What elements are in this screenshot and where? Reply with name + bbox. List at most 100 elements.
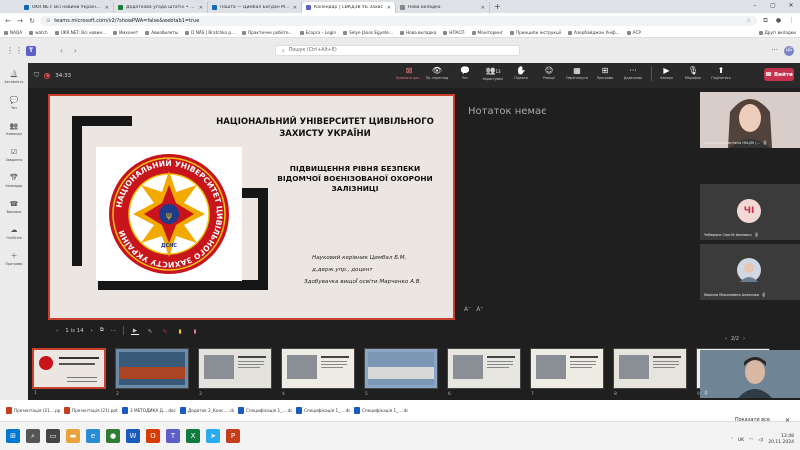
toolbar-view-button[interactable]: ▦ Переглянути: [563, 66, 591, 81]
avatar[interactable]: ЦБ: [784, 46, 794, 56]
word-icon[interactable]: W: [126, 429, 140, 443]
other-bookmarks[interactable]: Другі вкладки: [758, 30, 796, 35]
close-icon[interactable]: ✕: [782, 0, 800, 12]
toolbar-share-button[interactable]: ⬆ Поділитися: [707, 66, 735, 81]
bookmark-item[interactable]: Авиабилеты: [145, 30, 178, 35]
rail-item-4[interactable]: ☑ Завдання: [0, 143, 28, 167]
new-tab-button[interactable]: +: [490, 2, 505, 13]
download-item[interactable]: Презентація (21....pptx˅: [6, 407, 60, 414]
bookmark-item[interactable]: Практичне роботе...: [242, 30, 293, 35]
download-item[interactable]: Специфікація 1_....docx˅: [354, 407, 408, 414]
rail-item-2[interactable]: 💬 Чат: [0, 91, 28, 115]
forward-nav-icon[interactable]: ›: [74, 47, 84, 55]
volume-icon[interactable]: ◁): [758, 438, 763, 443]
language-indicator[interactable]: UK: [738, 438, 744, 443]
close-downloads-icon[interactable]: ✕: [785, 417, 790, 424]
toolbar-eye-button[interactable]: 👁 Пр. перегляд: [423, 66, 451, 81]
excel-icon[interactable]: X: [186, 429, 200, 443]
eraser-icon[interactable]: ▮: [191, 326, 199, 335]
bookmark-item[interactable]: Нова вкладка: [399, 30, 436, 35]
bookmark-item[interactable]: Принципи інструкції: [509, 30, 561, 35]
pen-tool-icon[interactable]: ✎: [146, 326, 154, 335]
rail-item-3[interactable]: 👥 Команди: [0, 117, 28, 141]
tab-close-icon[interactable]: ✕: [481, 5, 485, 11]
toolbar-hand-button[interactable]: ✋ Підняти: [507, 66, 535, 81]
bookmark-item[interactable]: Selye János Egyete...: [343, 30, 393, 35]
toolbar-stop-share-button[interactable]: ⊠ Зупинити дос...: [395, 66, 423, 81]
slide-thumbnail[interactable]: 1: [32, 348, 106, 396]
slides-grid-icon[interactable]: ⧉: [100, 327, 104, 334]
slide-thumbnail[interactable]: 3: [198, 348, 272, 397]
browser-tab[interactable]: UKR.NET: Всі новини України, о ✕: [20, 2, 114, 13]
clock[interactable]: 13:48 20.11.2024: [768, 434, 794, 446]
teams-search-input[interactable]: ⌕ Пошук (Ctrl+Alt+E): [275, 45, 520, 56]
leave-button[interactable]: ☎ Вийти: [764, 68, 794, 81]
font-increase-button[interactable]: A⁺: [476, 306, 483, 313]
rail-item-7[interactable]: ☁ OneDrive: [0, 221, 28, 245]
pointer-tool-icon[interactable]: ▶: [131, 326, 140, 335]
slide-thumbnail[interactable]: 6: [447, 348, 521, 397]
slide-thumbnail[interactable]: 8: [613, 348, 687, 397]
slide-thumbnail[interactable]: 5: [364, 348, 438, 397]
tab-close-icon[interactable]: ✕: [105, 5, 109, 11]
next-slide-icon[interactable]: ›: [91, 328, 93, 334]
tab-close-icon[interactable]: ✕: [387, 5, 391, 11]
slide-thumbnail[interactable]: 2: [115, 348, 189, 397]
tray-chevron-icon[interactable]: ˄: [731, 438, 733, 443]
download-item[interactable]: Специфікація 1_....docx˅: [238, 407, 292, 414]
edge-icon[interactable]: e: [86, 429, 100, 443]
rail-item-8[interactable]: ＋ Програми: [0, 247, 28, 271]
download-item[interactable]: Презентація (21).pptx˅: [64, 407, 118, 414]
rail-item-5[interactable]: 📅 Календар: [0, 169, 28, 193]
search-icon[interactable]: ⌕: [26, 429, 40, 443]
settings-more-icon[interactable]: ···: [771, 46, 778, 54]
folder-icon[interactable]: ▬: [66, 429, 80, 443]
browser-menu-icon[interactable]: ⋮: [787, 17, 796, 24]
chrome-icon[interactable]: ●: [106, 429, 120, 443]
next-page-icon[interactable]: ›: [743, 336, 745, 342]
opera-icon[interactable]: O: [146, 429, 160, 443]
wifi-icon[interactable]: ◠: [749, 438, 753, 443]
download-item[interactable]: 3 МЕТОДИКА Д....docx˅: [122, 407, 176, 414]
rail-item-6[interactable]: ☎ Виклики: [0, 195, 28, 219]
maximize-icon[interactable]: ▢: [764, 0, 782, 12]
bookmark-item[interactable]: UKR.NET: Всі новин...: [54, 30, 106, 35]
download-item[interactable]: Специфікація 1_....docx˅: [296, 407, 350, 414]
reload-icon[interactable]: ↻: [28, 17, 36, 25]
toolbar-mic-off-button[interactable]: 🎙 Мікрофон: [679, 66, 707, 81]
windows-icon[interactable]: ⊞: [6, 429, 20, 443]
back-icon[interactable]: ←: [4, 17, 12, 25]
browser-tab[interactable]: Нова вкладка ✕: [396, 2, 490, 13]
slide-thumbnail[interactable]: 4: [281, 348, 355, 397]
browser-tab[interactable]: Календар | СВКДЗВ УБ Захис ✕: [302, 2, 396, 13]
telegram-icon[interactable]: ➤: [206, 429, 220, 443]
site-info-icon[interactable]: ⊙: [46, 18, 50, 24]
slide-thumbnail[interactable]: 7: [530, 348, 604, 397]
prev-page-icon[interactable]: ‹: [725, 336, 727, 342]
toolbar-emoji-button[interactable]: ☺ Реакції: [535, 66, 563, 81]
tab-close-icon[interactable]: ✕: [293, 5, 297, 11]
bookmark-item[interactable]: watch: [29, 30, 48, 35]
toolbar-people-button[interactable]: 👥13 Користувачі: [479, 66, 507, 81]
font-decrease-button[interactable]: A⁻: [464, 306, 471, 313]
extensions-icon[interactable]: ⧉: [761, 17, 770, 25]
toolbar-more-button[interactable]: ··· Додатково: [619, 66, 647, 81]
pen-red-icon[interactable]: ✎: [161, 326, 169, 335]
bookmark-item[interactable]: D NÄS | Bratchko p...: [185, 30, 235, 35]
browser-tab[interactable]: Пошта — Цимбал Богдан Мико ✕: [208, 2, 302, 13]
url-field[interactable]: ⊙ teams.microsoft.com/v2/?showPWA=false&…: [40, 15, 757, 26]
toolbar-apps-button[interactable]: ⊞ Програми: [591, 66, 619, 81]
bookmark-star-icon[interactable]: ☆: [747, 18, 751, 24]
show-all-downloads[interactable]: Показати все: [735, 417, 770, 423]
participant-tile[interactable]: Марина Миколаївна Алексова 🎙: [700, 244, 800, 300]
download-item[interactable]: Додаток 2_Конс.....docx˅: [180, 407, 234, 414]
shield-icon[interactable]: ⛉: [34, 71, 39, 80]
forward-icon[interactable]: →: [16, 17, 24, 25]
app-launcher-icon[interactable]: ⋮⋮: [6, 46, 26, 55]
teams-icon[interactable]: T: [166, 429, 180, 443]
toolbar-camera-button[interactable]: ▶ Камера: [651, 66, 679, 81]
self-video[interactable]: 🎙: [700, 350, 800, 398]
profile-icon[interactable]: ●: [774, 17, 783, 24]
participant-tile[interactable]: ЧІ Чеберяко Сергій Іванович 🎙: [700, 184, 800, 240]
bookmark-item[interactable]: АСР: [626, 30, 641, 35]
